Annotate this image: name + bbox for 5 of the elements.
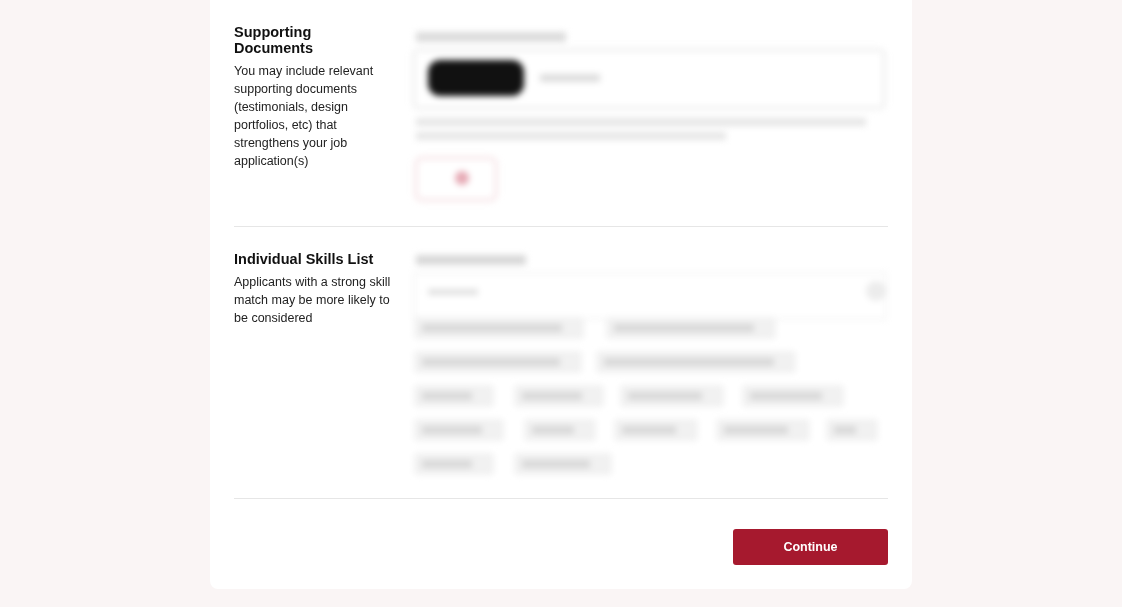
continue-button[interactable]: Continue <box>733 529 888 565</box>
section-title: Supporting Documents <box>234 24 314 56</box>
section-description: Applicants with a strong skill match may be more likely to be considered <box>234 274 392 327</box>
section-description: You may include relevant supporting documents (testimonials, design portfolios, etc) that strengthens your job application(s) <box>234 63 375 170</box>
section-title: Individual Skills List <box>234 251 375 267</box>
